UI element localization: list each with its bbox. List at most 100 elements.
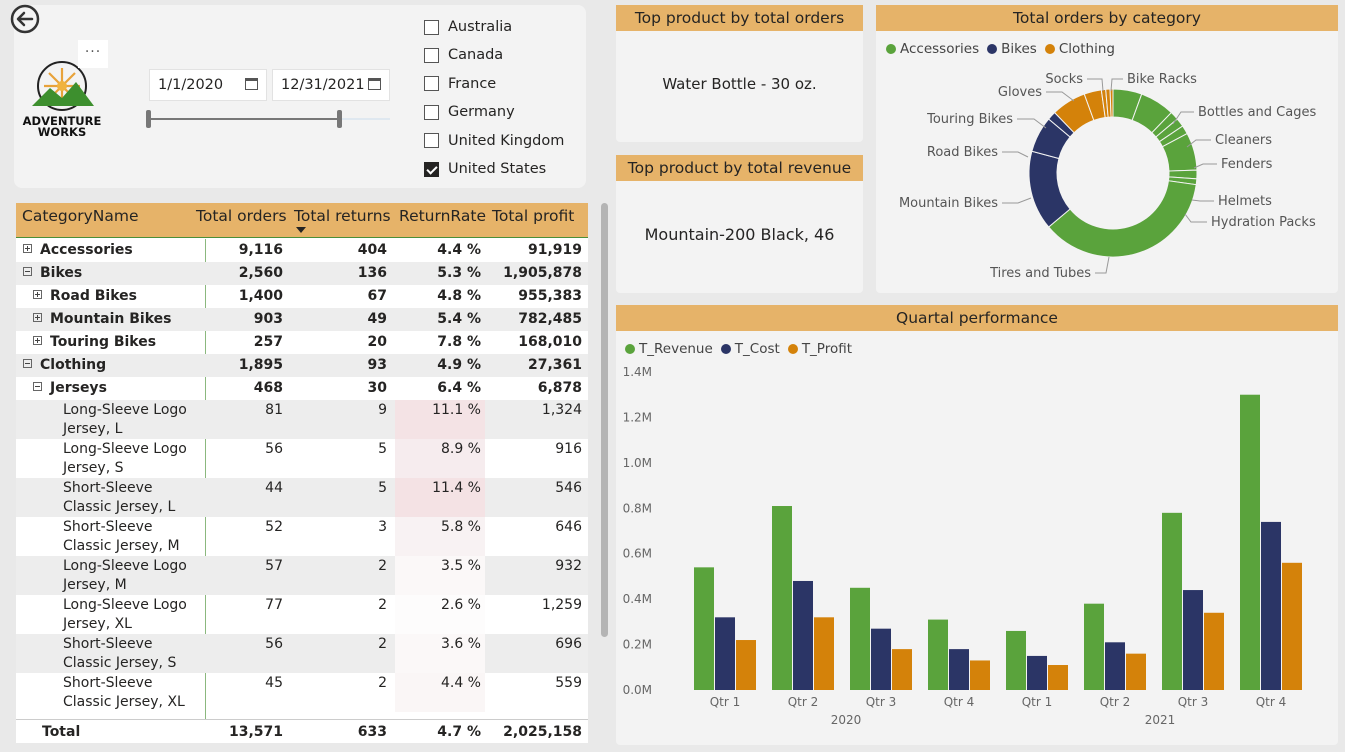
country-option[interactable]: United States [424,159,546,179]
collapse-icon[interactable] [23,359,32,368]
expand-icon[interactable] [33,313,42,322]
expand-icon[interactable] [33,336,42,345]
sort-desc-icon[interactable] [296,227,306,233]
matrix-row: Mountain Bikes 903 49 5.4 % 782,485 [16,308,588,331]
date-slider-track[interactable] [148,118,340,120]
bar-t-profit[interactable] [1048,665,1068,690]
collapse-icon[interactable] [33,382,42,391]
col-header-returns[interactable]: Total returns [294,203,391,238]
date-slider-start-handle[interactable] [146,110,151,128]
cell-returns: 3 [378,519,387,535]
start-date-input[interactable]: 1/1/2020 [149,69,267,101]
country-label: France [448,75,497,92]
checkbox-icon[interactable] [424,76,439,92]
bar-t-cost[interactable] [949,649,969,690]
checkbox-icon[interactable] [424,47,439,63]
cell-profit: 1,259 [541,597,582,613]
row-label-line2: Classic Jersey, M [63,538,180,554]
country-option[interactable]: Germany [424,102,515,122]
matrix-row: Short-Sleeve Classic Jersey, L 44 5 11.4 % 54… [16,478,588,517]
donut-label: Cleaners [1215,133,1272,148]
checkbox-icon[interactable] [424,104,439,120]
cell-returns: 9 [378,402,387,418]
expand-icon[interactable] [33,290,42,299]
cell-returns: 93 [367,357,387,373]
matrix-row: Touring Bikes 257 20 7.8 % 168,010 [16,331,588,354]
row-label: Jerseys [33,377,107,400]
cell-returns: 67 [367,288,387,304]
top-revenue-title: Top product by total revenue [616,155,863,181]
row-label-line1: Short-Sleeve [63,675,153,691]
col-header-orders[interactable]: Total orders [196,203,287,238]
bar-t-profit[interactable] [814,617,834,690]
x-group-label: 2021 [1145,713,1176,727]
checkbox-icon[interactable] [424,19,439,35]
cell-profit: 1,905,878 [503,265,582,281]
col-header-profit[interactable]: Total profit [492,203,574,238]
bar-t-cost[interactable] [715,617,735,690]
bar-t-profit[interactable] [1204,612,1224,690]
more-options-button[interactable]: ··· [78,40,108,68]
cell-orders: 9,116 [238,242,283,258]
bar-t-revenue[interactable] [1240,394,1260,690]
bar-t-cost[interactable] [1027,655,1047,690]
y-tick-label: 0.4M [623,592,652,606]
bar-t-profit[interactable] [1126,653,1146,690]
cell-rate: 5.8 % [440,519,481,535]
bar-t-cost[interactable] [793,580,813,690]
total-returns: 633 [357,724,387,740]
bar-t-revenue[interactable] [694,567,714,690]
bar-t-revenue[interactable] [928,619,948,690]
top-orders-value: Water Bottle - 30 oz. [662,75,817,93]
calendar-icon[interactable] [245,78,258,90]
bar-t-cost[interactable] [1261,521,1281,690]
total-rate: 4.7 % [437,724,481,740]
country-option[interactable]: United Kingdom [424,131,564,151]
bar-t-revenue[interactable] [1084,603,1104,690]
cell-orders: 1,895 [238,357,283,373]
collapse-icon[interactable] [23,267,32,276]
donut-slice[interactable] [1047,180,1197,258]
cell-rate: 8.9 % [440,441,481,457]
bar-t-cost[interactable] [1105,642,1125,690]
checkbox-checked-icon[interactable] [424,161,439,177]
cell-profit: 6,878 [537,380,582,396]
row-label-line2: Classic Jersey, XL [63,694,185,710]
cell-returns: 2 [378,636,387,652]
x-tick-label: Qtr 2 [1100,695,1131,709]
bar-t-revenue[interactable] [1162,512,1182,690]
bar-t-profit[interactable] [892,649,912,690]
date-slider-end-handle[interactable] [337,110,342,128]
bar-t-revenue[interactable] [772,506,792,690]
cell-rate: 3.6 % [440,636,481,652]
donut-panel: Total orders by category Accessories Bike… [876,5,1338,293]
country-option[interactable]: France [424,74,496,94]
bar-t-profit[interactable] [970,660,990,690]
col-header-returnrate[interactable]: ReturnRate [399,203,486,238]
donut-leader-line [1191,199,1214,202]
donut-leader-line [1184,213,1207,223]
country-label: Canada [448,47,504,64]
bar-t-cost[interactable] [1183,590,1203,690]
matrix-scrollbar[interactable] [601,203,608,637]
calendar-icon[interactable] [368,78,381,90]
bar-t-profit[interactable] [1282,562,1302,690]
cell-profit: 91,919 [527,242,582,258]
cell-orders: 903 [253,311,283,327]
country-option[interactable]: Australia [424,17,512,37]
row-label: Clothing [23,354,106,377]
end-date-input[interactable]: 12/31/2021 [272,69,390,101]
y-tick-label: 0.6M [623,547,652,561]
bar-t-profit[interactable] [736,640,756,690]
bar-t-revenue[interactable] [1006,630,1026,690]
bar-t-cost[interactable] [871,628,891,690]
matrix-row: Short-Sleeve Classic Jersey, S 56 2 3.6 % 696 [16,634,588,673]
expand-icon[interactable] [23,244,32,253]
donut-slice[interactable] [1109,88,1114,118]
back-arrow-icon[interactable] [8,4,42,34]
country-option[interactable]: Canada [424,45,503,65]
col-header-category[interactable]: CategoryName [22,203,139,238]
cell-rate: 5.3 % [437,265,481,281]
checkbox-icon[interactable] [424,133,439,149]
bar-t-revenue[interactable] [850,587,870,690]
